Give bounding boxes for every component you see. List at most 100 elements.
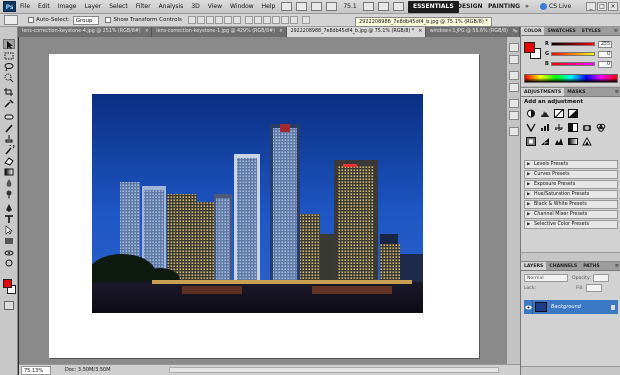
gradient-map-icon[interactable] — [568, 137, 578, 146]
tool-preset-icon[interactable] — [4, 15, 18, 25]
expand-triangle-icon[interactable]: ▶ — [527, 181, 534, 188]
menu-help[interactable]: Help — [258, 0, 280, 14]
visibility-eye-icon[interactable] — [524, 300, 533, 314]
exposure-icon[interactable] — [568, 109, 578, 118]
layer-row-background[interactable]: Background — [524, 300, 618, 314]
close-tab-icon[interactable]: × — [418, 29, 422, 34]
preset-exposure[interactable]: ▶ Exposure Presets — [524, 180, 618, 189]
type-icon[interactable] — [3, 214, 15, 224]
tab-adjustments[interactable]: ADJUSTMENTS — [521, 88, 565, 96]
channel-mixer-icon[interactable] — [596, 123, 606, 132]
expand-triangle-icon[interactable]: ▶ — [527, 171, 534, 178]
levels-icon[interactable] — [540, 109, 550, 118]
black-white-icon[interactable] — [568, 123, 578, 132]
workspace-more-icon[interactable]: » — [520, 1, 534, 13]
menu-window[interactable]: Window — [226, 0, 258, 14]
pen-icon[interactable] — [3, 203, 15, 213]
3d-rotate-icon[interactable] — [3, 248, 15, 258]
red-slider-track[interactable] — [551, 42, 595, 46]
move-icon[interactable] — [3, 39, 15, 49]
tab-channels[interactable]: CHANNELS — [546, 262, 580, 270]
close-tab-icon[interactable]: × — [279, 29, 283, 34]
align-left-icon[interactable] — [214, 16, 223, 24]
crop-icon[interactable] — [3, 87, 15, 97]
canvas-area[interactable] — [19, 37, 520, 364]
preset-black-white[interactable]: ▶ Black & White Presets — [524, 200, 618, 209]
preset-hue-saturation[interactable]: ▶ Hue/Saturation Presets — [524, 190, 618, 199]
healing-brush-icon[interactable] — [3, 112, 15, 122]
close-icon[interactable]: × — [608, 2, 618, 11]
zoom-tool-icon[interactable] — [326, 2, 338, 11]
marquee-icon[interactable] — [3, 51, 15, 61]
layer-name[interactable]: Background — [551, 304, 581, 310]
doc-tab-2[interactable]: lens-correction-keystone-1.jpg @ 429% (R… — [152, 27, 287, 37]
menu-layer[interactable]: Layer — [80, 0, 105, 14]
red-slider[interactable]: R 255 — [545, 40, 619, 48]
more-tabs-icon[interactable]: » — [514, 27, 518, 37]
posterize-icon[interactable] — [540, 137, 550, 146]
tab-styles[interactable]: STYLES — [579, 27, 604, 35]
tab-color[interactable]: COLOR — [521, 27, 545, 35]
tab-swatches[interactable]: SWATCHES — [544, 27, 578, 35]
expand-triangle-icon[interactable]: ▶ — [527, 201, 534, 208]
minimize-icon[interactable]: _ — [586, 2, 596, 11]
panel-menu-icon[interactable]: ≡ — [614, 27, 620, 35]
distribute-left-icon[interactable] — [271, 16, 280, 24]
actions-panel-icon[interactable] — [509, 55, 519, 64]
clone-stamp-icon[interactable] — [3, 134, 15, 144]
blur-icon[interactable] — [3, 178, 15, 188]
auto-select-dropdown[interactable]: Group — [72, 15, 100, 25]
doc-tab-1[interactable]: lens-correction-keystone-4.jpg @ 251% (R… — [18, 27, 153, 37]
preset-levels[interactable]: ▶ Levels Presets — [524, 160, 618, 169]
history-brush-icon[interactable] — [3, 145, 15, 155]
distribute-bottom-icon[interactable] — [262, 16, 271, 24]
tab-masks[interactable]: MASKS — [564, 88, 588, 96]
align-middle-icon[interactable] — [196, 16, 205, 24]
blue-value-field[interactable]: 0 — [598, 60, 612, 68]
menu-select[interactable]: Select — [105, 0, 132, 14]
menu-view[interactable]: View — [204, 0, 226, 14]
color-panel-foreground-swatch[interactable] — [524, 42, 535, 53]
color-balance-icon[interactable] — [554, 123, 564, 132]
curves-icon[interactable] — [554, 109, 564, 118]
brush-panel-icon[interactable] — [509, 99, 519, 108]
bridge-icon[interactable] — [281, 2, 293, 11]
blend-mode-dropdown[interactable]: Normal — [524, 274, 568, 282]
eyedropper-icon[interactable] — [3, 98, 15, 108]
3d-orbit-icon[interactable] — [3, 258, 15, 268]
expand-triangle-icon[interactable]: ▶ — [527, 161, 534, 168]
status-doc-size[interactable]: Doc: 3.50M/3.50M — [65, 367, 111, 373]
zoom-level-readout[interactable]: 75.1 — [343, 3, 356, 10]
maximize-icon[interactable]: □ — [597, 2, 607, 11]
align-right-icon[interactable] — [232, 16, 241, 24]
menu-3d[interactable]: 3D — [187, 0, 203, 14]
status-zoom-field[interactable]: 75.13% — [21, 365, 51, 375]
blue-slider-track[interactable] — [551, 62, 595, 66]
horizontal-scrollbar[interactable] — [169, 367, 499, 373]
panel-menu-icon[interactable]: ≡ — [615, 88, 620, 96]
close-tab-icon[interactable]: × — [145, 29, 149, 34]
tab-layers[interactable]: LAYERS — [521, 262, 547, 270]
align-center-icon[interactable] — [223, 16, 232, 24]
auto-align-icon[interactable] — [301, 16, 310, 24]
threshold-icon[interactable] — [554, 137, 564, 146]
align-top-icon[interactable] — [187, 16, 196, 24]
menu-edit[interactable]: Edit — [34, 0, 54, 14]
expand-triangle-icon[interactable]: ▶ — [527, 221, 534, 228]
show-transform-checkbox[interactable] — [105, 17, 112, 23]
rotate-view-icon[interactable] — [362, 2, 374, 11]
clone-source-panel-icon[interactable] — [509, 111, 519, 120]
green-slider-track[interactable] — [551, 52, 595, 56]
lasso-icon[interactable] — [3, 62, 15, 72]
path-select-icon[interactable] — [3, 225, 15, 235]
arrange-documents-icon[interactable] — [377, 2, 389, 11]
menu-file[interactable]: File — [16, 0, 34, 14]
expand-triangle-icon[interactable]: ▶ — [527, 191, 534, 198]
cs-live-button[interactable]: CS Live — [540, 1, 571, 13]
doc-tab-3[interactable]: 2922208988_7e8db45df4_b.jpg @ 75.1% (RGB… — [286, 27, 426, 37]
preset-curves[interactable]: ▶ Curves Presets — [524, 170, 618, 179]
blue-slider[interactable]: B 0 — [545, 60, 619, 68]
document-canvas[interactable] — [49, 54, 479, 358]
quick-mask-icon[interactable] — [4, 301, 14, 310]
distribute-middle-icon[interactable] — [253, 16, 262, 24]
